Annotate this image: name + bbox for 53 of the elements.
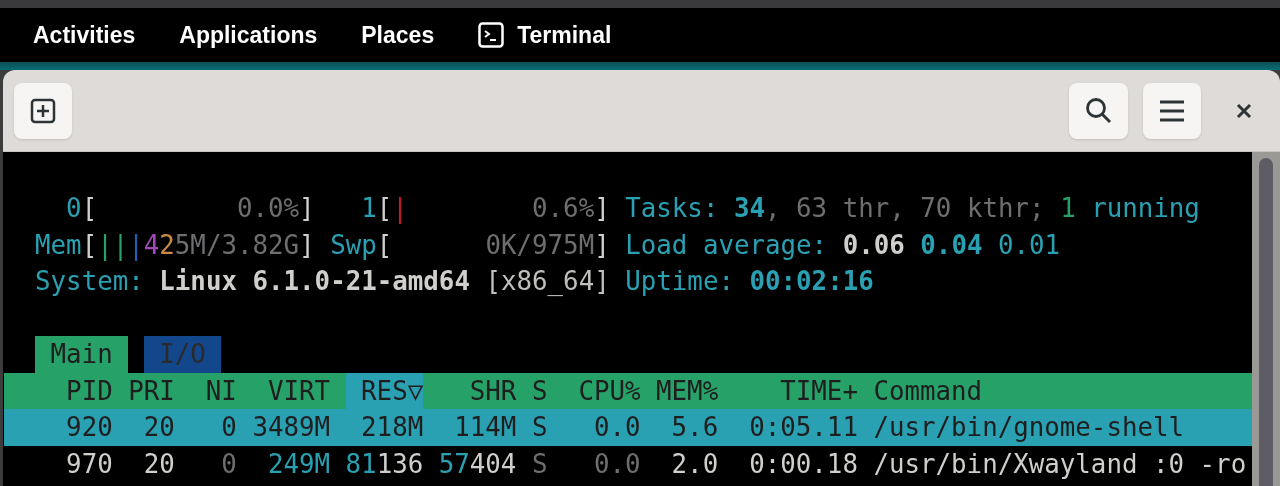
table-cell-text: /usr/bin/Xwayland :0 -ro xyxy=(873,447,1247,481)
table-cell-text: S xyxy=(531,447,548,481)
search-button[interactable] xyxy=(1069,82,1128,139)
table-cell-text: 114M xyxy=(453,411,517,444)
table-cell-text: 3489M xyxy=(252,411,331,444)
table-cell-text: 5.6 xyxy=(670,411,719,444)
table-cell-text: /usr/bin/gnome-shell xyxy=(873,411,1185,444)
new-tab-button[interactable] xyxy=(14,82,72,139)
scrollbar[interactable] xyxy=(1252,152,1280,486)
column-header[interactable]: CPU% xyxy=(562,372,641,409)
table-cell-text: 218M xyxy=(360,411,424,444)
tab[interactable]: Main xyxy=(35,336,129,373)
table-cell-text: 0.0 xyxy=(592,447,641,481)
new-tab-icon xyxy=(29,96,57,125)
meter-line: Mem[|||425M/3.82G] Swp[ 0K/975M] Load average: 0.06 0.04 0.01 xyxy=(34,228,1061,263)
column-header[interactable]: SHR xyxy=(438,372,517,409)
search-icon xyxy=(1083,95,1114,126)
app-menu[interactable]: Terminal xyxy=(478,17,612,53)
table-cell-text: 81136 xyxy=(345,447,424,481)
column-header[interactable]: MEM% xyxy=(656,372,719,409)
table-cell-text: 970 xyxy=(65,447,113,481)
table-cell-text: 57404 xyxy=(438,447,517,481)
table-cell-text: 20 xyxy=(142,447,175,481)
column-header[interactable]: PRI xyxy=(128,372,175,409)
menu-button[interactable] xyxy=(1143,82,1201,139)
scrollbar-thumb[interactable] xyxy=(1259,158,1273,486)
table-cell-text: 0:00.18 xyxy=(748,447,858,481)
table-cell-text: 0.0 xyxy=(592,411,641,444)
terminal-icon xyxy=(478,22,505,48)
table-cell-text: 249M xyxy=(266,447,331,481)
process-row[interactable]: 970 20 0 249M 81136 57404 S 0.0 2.0 0:00.18 /usr/bin/Xwayland :0 -ro xyxy=(4,445,1252,482)
process-row[interactable]: 920 20 0 3489M 218M 114M S 0.0 5.6 0:05.11 /usr/bin/gnome-shell xyxy=(4,409,1252,446)
table-cell-text: 0:05.11 xyxy=(748,411,858,444)
close-icon xyxy=(1236,102,1252,119)
table-cell-text: 20 xyxy=(142,411,175,444)
top-bar-menu[interactable]: Places xyxy=(361,17,435,53)
column-header[interactable]: RES▽ xyxy=(345,372,424,409)
meter-line: System: Linux 6.1.0-21-amd64 [x86_64] Uptime: 00:02:16 xyxy=(34,265,874,298)
column-header[interactable]: VIRT xyxy=(252,372,331,409)
table-cell-text: 0 xyxy=(220,411,237,444)
column-header[interactable]: TIME+ xyxy=(733,372,858,409)
table-cell-text: S xyxy=(531,411,548,444)
meter-line: 0[ 0.0%] 1[| 0.6%] Tasks: 34, 63 thr, 70 kthr; 1 running xyxy=(65,192,1200,226)
top-bar-menu[interactable]: Activities xyxy=(33,17,136,53)
column-header[interactable]: S xyxy=(531,372,548,409)
column-header[interactable]: Command xyxy=(873,372,983,409)
column-header[interactable]: NI xyxy=(190,372,237,409)
column-header[interactable]: PID xyxy=(4,372,113,409)
table-cell-text: 0 xyxy=(220,447,237,481)
table-cell-text: 920 xyxy=(65,411,113,444)
table-cell-text: 2.0 xyxy=(670,447,719,481)
menu-icon xyxy=(1159,99,1185,122)
top-bar-menu[interactable]: Applications xyxy=(179,17,318,53)
